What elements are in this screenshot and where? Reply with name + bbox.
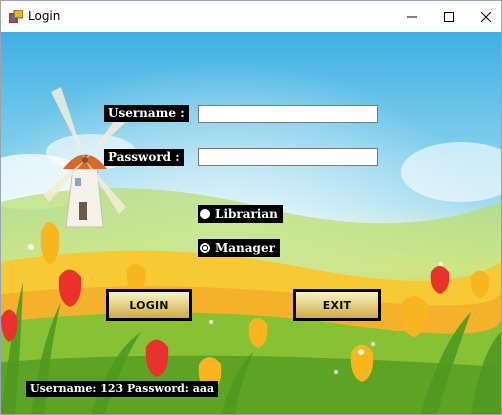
password-label: Password : xyxy=(104,149,184,166)
exit-button[interactable]: EXIT xyxy=(293,289,381,321)
window-title: Login xyxy=(28,9,61,23)
login-button-label: LOGIN xyxy=(109,292,189,318)
username-input[interactable] xyxy=(198,105,378,123)
login-window: Login Username: Password: Librarian Ma… xyxy=(0,0,502,415)
maximize-icon xyxy=(444,11,454,22)
librarian-radio-label: Librarian xyxy=(215,207,278,221)
close-icon xyxy=(481,11,491,22)
login-button[interactable]: LOGIN xyxy=(106,289,192,321)
librarian-radio[interactable]: Librarian xyxy=(198,205,283,223)
manager-radio-label: Manager xyxy=(215,241,275,255)
radio-unchecked-icon xyxy=(200,209,210,219)
exit-button-label: EXIT xyxy=(296,292,378,318)
spring-landscape-background xyxy=(1,32,501,414)
password-input[interactable] xyxy=(198,148,378,166)
minimize-icon xyxy=(407,16,417,17)
credentials-hint: Username: 123 Password: aaa xyxy=(26,381,219,397)
app-icon xyxy=(9,10,23,23)
title-bar: Login xyxy=(1,1,501,32)
radio-checked-icon xyxy=(200,243,210,253)
username-label: Username : xyxy=(104,105,189,122)
close-button[interactable] xyxy=(463,1,501,32)
form-client-area: Username : Password : Librarian Manager … xyxy=(1,32,501,414)
manager-radio[interactable]: Manager xyxy=(198,239,280,257)
